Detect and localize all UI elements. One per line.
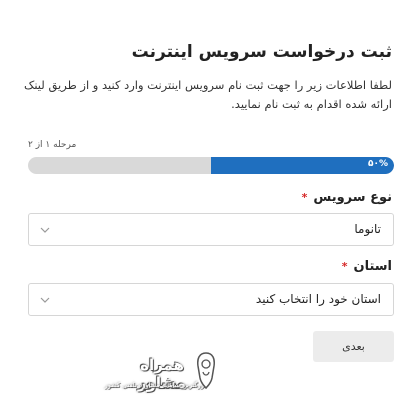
service-type-label: نوع سرویس * (302, 190, 392, 205)
service-type-label-text: نوع سرویس (313, 190, 392, 205)
province-label: استان * (342, 259, 392, 274)
required-mark: * (301, 191, 308, 204)
required-mark: * (341, 260, 348, 273)
next-button[interactable]: بعدی (313, 331, 394, 362)
progress-label: ۵۰% (367, 159, 388, 169)
step-indicator: مرحله ۱ از ۲ (28, 140, 77, 150)
progress-fill (211, 157, 394, 174)
watermark: همراه مشاور بزرگترین سامانه مشاوره تلفنی… (105, 350, 215, 408)
province-select[interactable]: استان خود را انتخاب کنید (28, 283, 394, 316)
province-value: استان خود را انتخاب کنید (255, 292, 381, 306)
province-label-text: استان (353, 259, 392, 274)
service-type-select[interactable]: تانوما (28, 213, 394, 246)
form-description: لطفا اطلاعات زیر را جهت ثبت نام سرویس ای… (24, 78, 392, 111)
service-type-value: تانوما (354, 222, 381, 236)
chevron-down-icon (40, 227, 50, 233)
headset-logo-icon (197, 352, 215, 390)
watermark-subtitle: بزرگترین سامانه مشاوره تلفنی کشور (104, 381, 206, 389)
progress-bar: ۵۰% (28, 157, 394, 174)
chevron-down-icon (40, 297, 50, 303)
service-request-form: ثبت درخواست سرویس اینترنت لطفا اطلاعات ز… (0, 0, 404, 414)
page-title: ثبت درخواست سرویس اینترنت (131, 42, 392, 62)
